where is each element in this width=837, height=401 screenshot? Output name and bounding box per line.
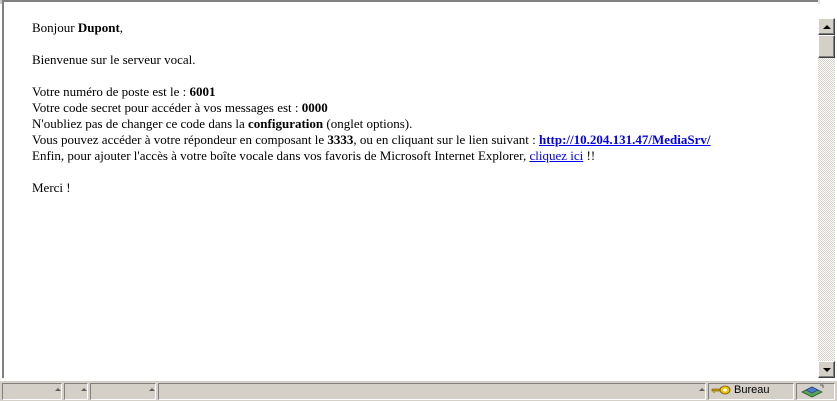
secret-code: 0000 — [301, 100, 328, 115]
change-line: N'oubliez pas de changer ce code dans la… — [32, 116, 818, 132]
mediasrv-link[interactable]: http://10.204.131.47/MediaSrv/ — [539, 132, 711, 147]
extension-line: Votre numéro de poste est le : 6001 — [32, 84, 818, 100]
arrow-down-icon — [822, 367, 831, 372]
change-suffix: (onglet options). — [323, 116, 413, 131]
configuration-word: configuration — [248, 116, 324, 131]
access-line: Vous pouvez accéder à votre répondeur en… — [32, 132, 818, 148]
status-panel-main — [2, 383, 62, 400]
favorites-suffix: !! — [583, 148, 596, 163]
vertical-scrollbar[interactable] — [818, 18, 835, 378]
key-lock-icon — [711, 385, 731, 395]
extension-label: Votre numéro de poste est le : — [32, 84, 190, 99]
scrollbar-thumb[interactable] — [818, 35, 835, 58]
resize-grip-icon — [55, 388, 61, 391]
access-label: Vous pouvez accéder à votre répondeur en… — [32, 132, 328, 147]
code-line: Votre code secret pour accéder à vos mes… — [32, 100, 818, 116]
access-number: 3333 — [327, 132, 354, 147]
network-zone-icon — [801, 384, 824, 398]
add-favorite-link[interactable]: cliquez ici — [529, 148, 583, 163]
greeting-line: Bonjour Dupont, — [32, 20, 818, 36]
status-panel-progress — [64, 383, 88, 400]
arrow-up-icon — [822, 24, 831, 29]
change-label: N'oubliez pas de changer ce code dans la — [32, 116, 249, 131]
resize-grip-icon — [699, 388, 705, 391]
message-body: Bonjour Dupont, Bienvenue sur le serveur… — [2, 0, 818, 378]
scroll-down-button[interactable] — [818, 361, 835, 378]
scroll-up-button[interactable] — [818, 18, 835, 35]
resize-grip-icon — [149, 388, 155, 391]
user-name: Dupont — [77, 20, 120, 35]
greeting-text: Bonjour — [32, 20, 78, 35]
greeting-punct: , — [119, 20, 124, 35]
browser-window: Bonjour Dupont, Bienvenue sur le serveur… — [0, 0, 837, 401]
status-bar: Bureau — [0, 380, 837, 401]
status-panel-offline — [90, 383, 156, 400]
status-panel-empty — [158, 383, 706, 400]
zone-label: Bureau — [734, 384, 770, 396]
resize-grip-icon — [81, 388, 87, 391]
code-label: Votre code secret pour accéder à vos mes… — [32, 100, 302, 115]
thanks-line: Merci ! — [32, 180, 71, 195]
extension-number: 6001 — [189, 84, 216, 99]
welcome-line: Bienvenue sur le serveur vocal. — [32, 52, 196, 67]
access-middle: , ou en cliquant sur le lien suivant : — [353, 132, 539, 147]
favorites-label: Enfin, pour ajouter l'accès à votre boît… — [32, 148, 530, 163]
favorites-line: Enfin, pour ajouter l'accès à votre boît… — [32, 148, 818, 164]
